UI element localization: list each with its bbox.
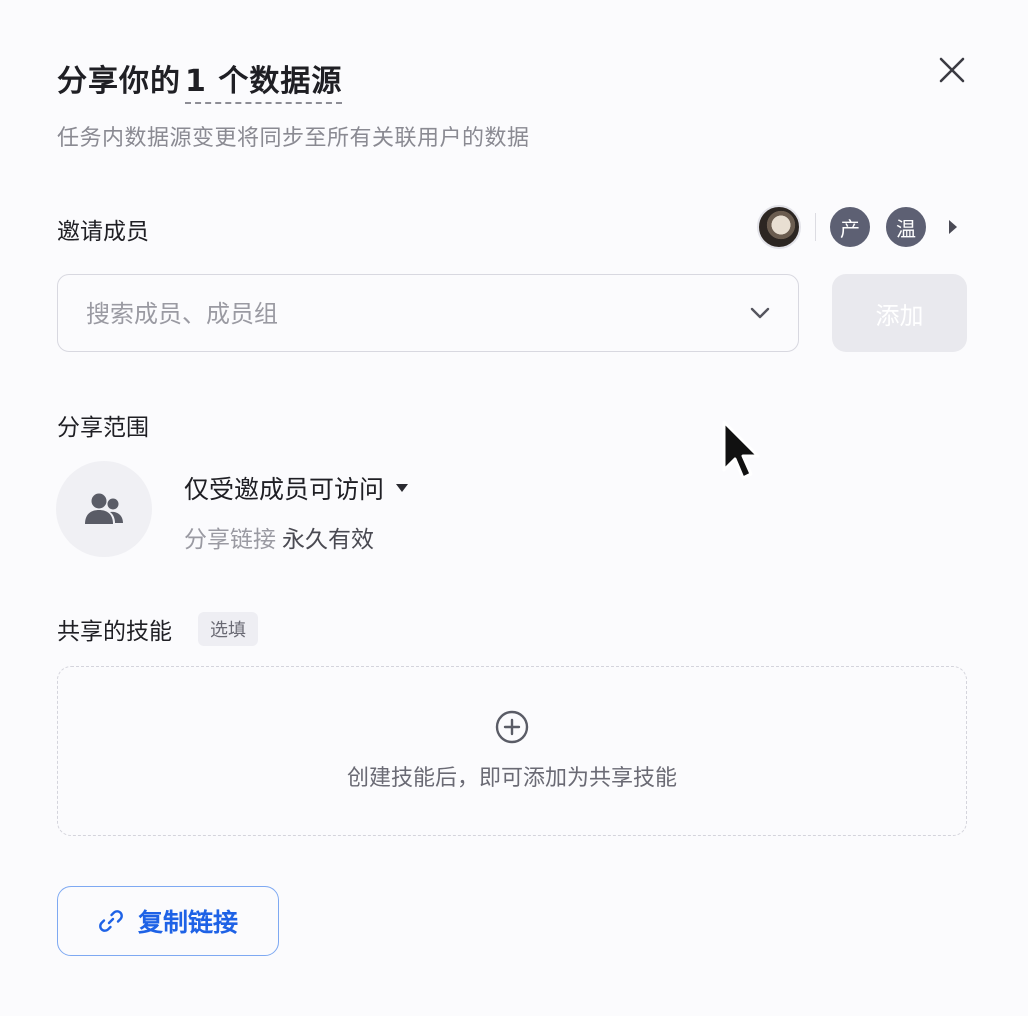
access-scope-dropdown[interactable]: 仅受邀成员可访问 <box>184 470 409 506</box>
link-validity-row: 分享链接 永久有效 <box>184 520 374 554</box>
avatar-member-1[interactable]: 产 <box>828 205 872 249</box>
plus-circle-icon[interactable] <box>495 710 529 744</box>
caret-down-icon <box>396 484 409 492</box>
avatar-divider <box>815 213 816 241</box>
user-photo-avatar[interactable] <box>757 205 801 249</box>
shared-skills-dropzone[interactable] <box>57 666 967 836</box>
add-member-button[interactable]: 添加 <box>832 274 967 352</box>
dialog-title: 分享你的 1 个数据源 <box>57 56 343 104</box>
dialog-subtitle: 任务内数据源变更将同步至所有关联用户的数据 <box>57 126 530 151</box>
share-dialog: 分享你的 1 个数据源 任务内数据源变更将同步至所有关联用户的数据 邀请成员 产… <box>0 0 1028 1016</box>
member-search-select[interactable] <box>57 274 799 353</box>
share-link-label: 分享链接 <box>184 527 276 553</box>
link-icon <box>99 910 123 932</box>
scope-icon-wrapper <box>56 461 152 557</box>
shared-skills-label: 共享的技能 <box>57 619 172 645</box>
copy-link-label: 复制链接 <box>137 908 238 937</box>
invite-members-label: 邀请成员 <box>57 219 149 245</box>
chevron-down-icon[interactable] <box>748 301 772 325</box>
close-button[interactable] <box>934 52 970 88</box>
expand-members-icon[interactable] <box>946 217 960 237</box>
group-users-icon <box>85 493 123 524</box>
mouse-cursor-icon <box>722 420 760 480</box>
avatar-member-2[interactable]: 温 <box>884 205 928 249</box>
data-source-count[interactable]: 1 个数据源 <box>185 56 343 104</box>
share-scope-label: 分享范围 <box>57 415 149 441</box>
copy-link-button[interactable]: 复制链接 <box>57 886 279 956</box>
link-validity-value[interactable]: 永久有效 <box>282 527 374 553</box>
member-search-input[interactable] <box>84 275 728 353</box>
access-scope-value: 仅受邀成员可访问 <box>184 475 385 504</box>
dialog-title-prefix: 分享你的 <box>57 64 181 99</box>
skills-empty-hint: 创建技能后，即可添加为共享技能 <box>346 766 677 791</box>
optional-badge: 选填 <box>198 612 258 646</box>
close-icon <box>939 57 965 83</box>
member-avatars[interactable]: 产 温 <box>757 205 960 249</box>
